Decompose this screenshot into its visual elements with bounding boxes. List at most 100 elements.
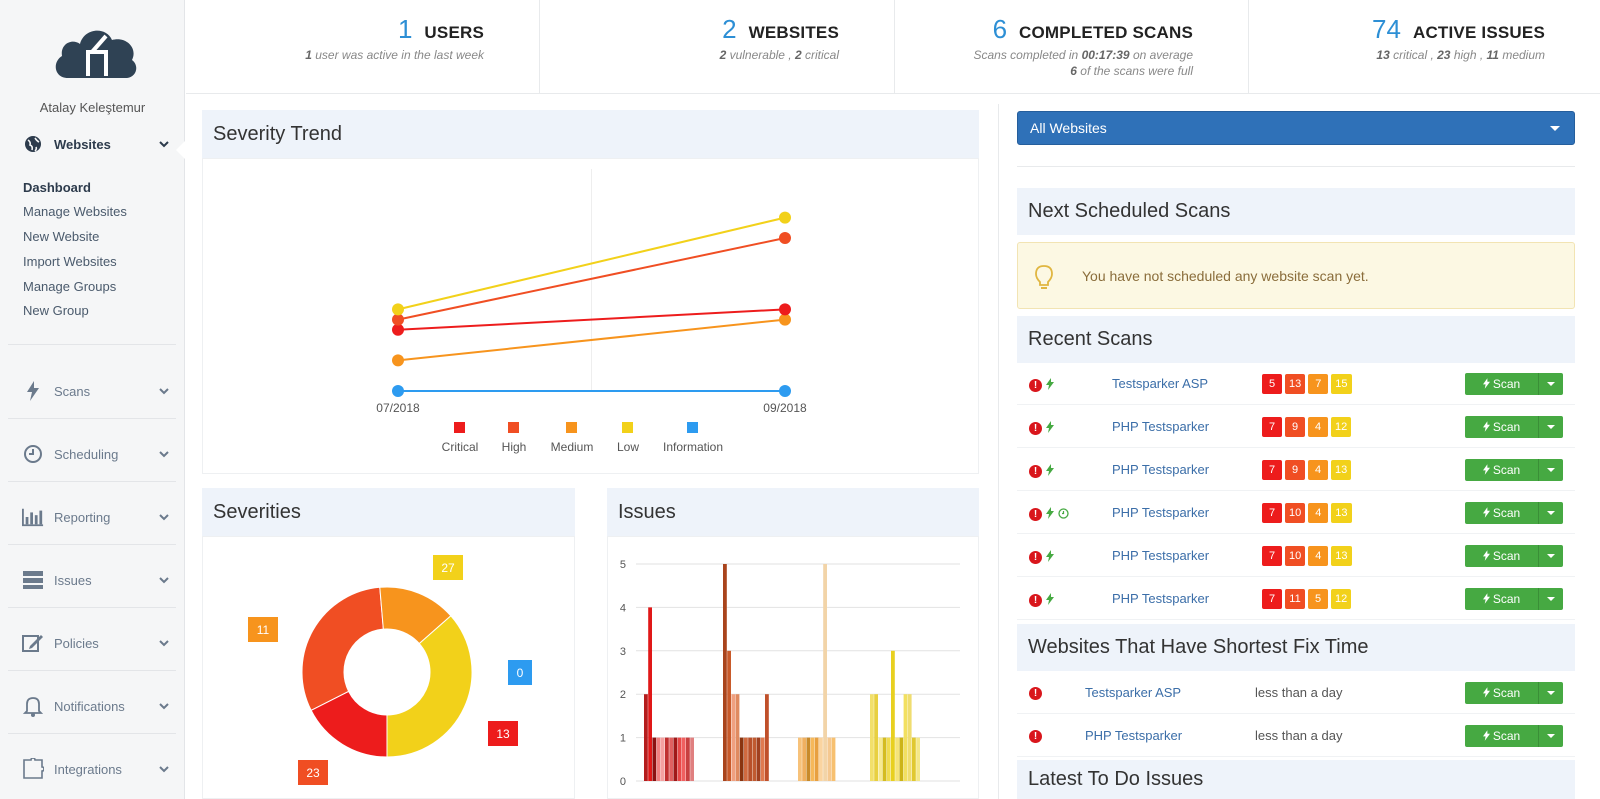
caret-down-icon — [1547, 381, 1555, 386]
scan-dropdown-toggle[interactable] — [1539, 372, 1563, 395]
nav-sub-import-websites[interactable]: Import Websites — [23, 254, 117, 269]
critical-count-badge[interactable]: 7 — [1262, 502, 1282, 523]
scan-dropdown-toggle[interactable] — [1539, 681, 1563, 704]
website-select[interactable]: All Websites — [1017, 111, 1575, 145]
scan-button[interactable]: Scan — [1465, 681, 1563, 704]
scan-button-main[interactable]: Scan — [1465, 458, 1539, 481]
severity-trend-chart: 07/2018 09/2018 Critical High Medium Low Infor… — [376, 169, 807, 454]
nav-scheduling[interactable]: Scheduling — [8, 432, 176, 476]
low-count-badge[interactable]: 13 — [1331, 545, 1352, 566]
low-count-badge[interactable]: 13 — [1331, 459, 1352, 480]
scan-site-link[interactable]: PHP Testsparker — [1112, 548, 1209, 563]
medium-count-badge[interactable]: 7 — [1308, 373, 1329, 394]
high-count-badge[interactable]: 10 — [1285, 502, 1306, 523]
bolt-icon — [22, 380, 44, 402]
nav-sub-dashboard[interactable]: Dashboard — [23, 180, 91, 195]
stat-users: 1 USERS 1 user was active in the last wee… — [186, 0, 540, 94]
scan-button[interactable]: Scan — [1465, 724, 1563, 747]
scan-site-link[interactable]: PHP Testsparker — [1112, 462, 1209, 477]
recent-scan-row: ! PHP Testsparker 7 10 4 13 Scan — [1017, 492, 1575, 534]
slice-high — [301, 586, 384, 711]
bar — [874, 694, 878, 781]
bolt-icon — [1046, 507, 1054, 522]
scan-site-link[interactable]: PHP Testsparker — [1112, 505, 1209, 520]
scan-button-main[interactable]: Scan — [1465, 681, 1539, 704]
scan-button-main[interactable]: Scan — [1465, 544, 1539, 567]
scan-button[interactable]: Scan — [1465, 415, 1563, 438]
medium-count-badge[interactable]: 5 — [1308, 588, 1328, 609]
critical-count-badge[interactable]: 7 — [1262, 416, 1282, 437]
critical-count-badge[interactable]: 7 — [1262, 459, 1282, 480]
bolt-icon — [1482, 421, 1490, 432]
bar — [895, 737, 899, 781]
medium-count-badge[interactable]: 4 — [1308, 416, 1328, 437]
nav-sub-manage-groups[interactable]: Manage Groups — [23, 279, 116, 294]
scan-dropdown-toggle[interactable] — [1539, 587, 1563, 610]
severity-badges: 7 9 4 12 — [1262, 416, 1352, 437]
scan-button-main[interactable]: Scan — [1465, 415, 1539, 438]
nav-scans[interactable]: Scans — [8, 369, 176, 413]
bar — [882, 737, 887, 781]
critical-count-badge[interactable]: 7 — [1262, 588, 1282, 609]
nav-integrations[interactable]: Integrations — [8, 747, 176, 791]
bar — [827, 737, 832, 781]
slice-label: 13 — [496, 727, 510, 741]
fix-site-link[interactable]: PHP Testsparker — [1085, 728, 1182, 743]
scan-button-main[interactable]: Scan — [1465, 372, 1539, 395]
bar — [907, 694, 912, 781]
scan-dropdown-toggle[interactable] — [1539, 724, 1563, 747]
chevron-down-icon — [159, 577, 169, 584]
low-count-badge[interactable]: 12 — [1331, 416, 1352, 437]
critical-count-badge[interactable]: 5 — [1262, 373, 1282, 394]
scan-button[interactable]: Scan — [1465, 458, 1563, 481]
nav-divider — [8, 607, 176, 608]
scan-site-link[interactable]: Testsparker ASP — [1112, 376, 1208, 391]
shortest-fix-row: ! Testsparker ASP less than a day Scan — [1017, 672, 1575, 714]
scan-button-main[interactable]: Scan — [1465, 724, 1539, 747]
nav-divider — [8, 344, 176, 345]
scan-button[interactable]: Scan — [1465, 544, 1563, 567]
low-count-badge[interactable]: 13 — [1331, 502, 1352, 523]
bolt-icon — [1482, 593, 1490, 604]
scan-button[interactable]: Scan — [1465, 587, 1563, 610]
fix-site-link[interactable]: Testsparker ASP — [1085, 685, 1181, 700]
slice-label: 0 — [517, 666, 524, 680]
low-count-badge[interactable]: 15 — [1331, 373, 1352, 394]
nav-sub-manage-websites[interactable]: Manage Websites — [23, 204, 127, 219]
scan-dropdown-toggle[interactable] — [1539, 415, 1563, 438]
scan-dropdown-toggle[interactable] — [1539, 458, 1563, 481]
nav-issues[interactable]: Issues — [8, 558, 176, 602]
high-count-badge[interactable]: 10 — [1285, 545, 1306, 566]
medium-count-badge[interactable]: 4 — [1308, 545, 1329, 566]
fix-time: less than a day — [1255, 728, 1343, 743]
high-count-badge[interactable]: 13 — [1285, 373, 1306, 394]
nav-notifications[interactable]: Notifications — [8, 684, 176, 728]
scan-dropdown-toggle[interactable] — [1539, 501, 1563, 524]
cloud-logo-icon — [55, 30, 137, 78]
medium-count-badge[interactable]: 4 — [1308, 459, 1328, 480]
nav-websites[interactable]: Websites — [8, 122, 176, 166]
medium-count-badge[interactable]: 4 — [1308, 502, 1329, 523]
scan-button[interactable]: Scan — [1465, 372, 1563, 395]
bar — [686, 737, 690, 781]
nav-policies[interactable]: Policies — [8, 621, 176, 665]
scan-button-main[interactable]: Scan — [1465, 501, 1539, 524]
critical-alert-icon: ! — [1029, 379, 1042, 392]
critical-count-badge[interactable]: 7 — [1262, 545, 1282, 566]
high-count-badge[interactable]: 11 — [1285, 588, 1305, 609]
stat-active-issues: 74 ACTIVE ISSUES 13 critical , 23 high , … — [1372, 14, 1545, 62]
low-count-badge[interactable]: 12 — [1331, 588, 1352, 609]
nav-reporting[interactable]: Reporting — [8, 495, 176, 539]
scan-site-link[interactable]: PHP Testsparker — [1112, 591, 1209, 606]
scan-dropdown-toggle[interactable] — [1539, 544, 1563, 567]
nav-sub-new-group[interactable]: New Group — [23, 303, 89, 318]
high-count-badge[interactable]: 9 — [1285, 459, 1305, 480]
nav-sub-new-website[interactable]: New Website — [23, 229, 99, 244]
scan-button[interactable]: Scan — [1465, 501, 1563, 524]
critical-alert-icon: ! — [1029, 465, 1042, 478]
legend-swatch — [454, 422, 465, 433]
scan-button-main[interactable]: Scan — [1465, 587, 1539, 610]
scan-site-link[interactable]: PHP Testsparker — [1112, 419, 1209, 434]
chevron-down-icon — [159, 388, 169, 395]
high-count-badge[interactable]: 9 — [1285, 416, 1305, 437]
